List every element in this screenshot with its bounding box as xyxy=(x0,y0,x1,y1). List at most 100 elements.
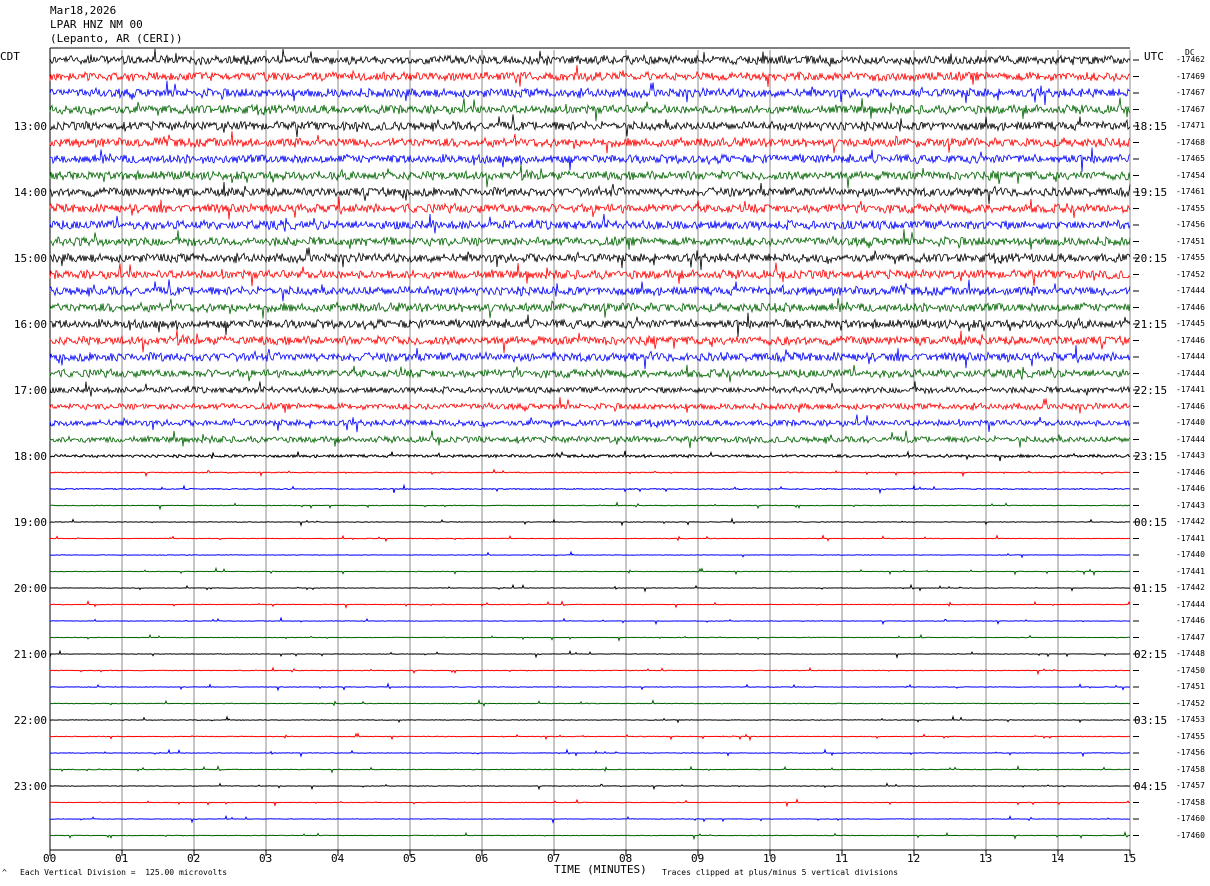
dc-offset-label: -17444 xyxy=(1176,368,1205,378)
x-tick-label: 09 xyxy=(691,852,705,865)
dc-offset-label: -17442 xyxy=(1176,517,1205,526)
x-tick-label: 11 xyxy=(835,852,849,865)
corner-mark: ^ xyxy=(2,868,7,877)
utc-hour-label: 01:15 xyxy=(1134,582,1168,595)
trace-1 xyxy=(49,48,1131,68)
trace-29 xyxy=(49,517,1130,527)
dc-offset-label: -17447 xyxy=(1176,632,1205,642)
trace-34 xyxy=(49,599,1131,609)
utc-hour-label: 04:15 xyxy=(1134,780,1168,793)
trace-24 xyxy=(49,430,1131,449)
trace-45 xyxy=(49,782,1131,791)
trace-17 xyxy=(49,312,1131,337)
dc-offset-label: -17446 xyxy=(1176,335,1205,345)
trace-36 xyxy=(49,633,1130,642)
trace-16 xyxy=(49,298,1131,319)
dc-offset-label: -17443 xyxy=(1176,500,1205,510)
cdt-hour-label: 19:00 xyxy=(13,516,47,529)
trace-12 xyxy=(49,229,1131,250)
trace-44 xyxy=(49,764,1131,774)
dc-offset-label: -17440 xyxy=(1176,550,1205,559)
dc-offset-label: -17445 xyxy=(1176,319,1205,328)
dc-offset-label: -17452 xyxy=(1176,698,1205,708)
scale-note: Each Vertical Division = 125.00 microvol… xyxy=(20,868,228,877)
dc-offset-label: -17469 xyxy=(1176,71,1205,81)
x-tick-label: 03 xyxy=(259,852,273,865)
trace-48 xyxy=(49,830,1131,841)
dc-offset-label: -17446 xyxy=(1176,401,1205,411)
trace-26 xyxy=(49,468,1130,478)
trace-35 xyxy=(49,616,1131,626)
trace-21 xyxy=(49,381,1131,397)
dc-offset-label: -17456 xyxy=(1176,748,1205,757)
helicorder-chart xyxy=(49,47,1139,856)
dc-offset-label: -17450 xyxy=(1176,665,1205,675)
dc-offset-label: -17467 xyxy=(1176,88,1205,97)
dc-offset-label: -17471 xyxy=(1176,121,1205,130)
trace-18 xyxy=(49,329,1131,354)
trace-5 xyxy=(49,114,1131,138)
dc-offset-label: -17455 xyxy=(1176,731,1205,741)
cdt-hour-label: 22:00 xyxy=(13,714,47,727)
trace-32 xyxy=(49,566,1131,577)
trace-3 xyxy=(49,80,1131,106)
trace-14 xyxy=(49,262,1131,287)
x-tick-label: 14 xyxy=(1051,852,1065,865)
trace-6 xyxy=(49,131,1131,154)
dc-offset-label: -17456 xyxy=(1176,220,1205,229)
dc-offset-label: -17442 xyxy=(1176,583,1205,592)
trace-37 xyxy=(49,649,1131,659)
dc-offset-label: -17454 xyxy=(1176,170,1205,180)
dc-offset-label: -17458 xyxy=(1176,797,1205,807)
trace-38 xyxy=(49,666,1131,676)
dc-offset-label: -17460 xyxy=(1176,814,1205,823)
utc-hour-label: 22:15 xyxy=(1134,384,1168,397)
dc-offset-label: -17440 xyxy=(1176,418,1205,427)
x-tick-label: 12 xyxy=(907,852,921,865)
dc-offset-label: -17443 xyxy=(1176,451,1205,460)
x-tick-label: 04 xyxy=(331,852,345,865)
cdt-hour-label: 14:00 xyxy=(13,186,47,199)
clip-note: Traces clipped at plus/minus 5 vertical … xyxy=(662,868,899,877)
dc-offset-label: -17455 xyxy=(1176,253,1205,262)
trace-15 xyxy=(49,279,1131,302)
trace-2 xyxy=(49,65,1131,87)
dc-offset-label: -17451 xyxy=(1176,682,1205,691)
trace-40 xyxy=(49,698,1131,707)
utc-hour-label: 23:15 xyxy=(1134,450,1168,463)
trace-11 xyxy=(49,213,1131,234)
dc-offset-label: -17441 xyxy=(1176,533,1205,543)
trace-31 xyxy=(49,550,1131,559)
trace-9 xyxy=(49,181,1131,205)
trace-39 xyxy=(49,682,1131,692)
dc-offset-label: -17453 xyxy=(1176,715,1205,724)
dc-offset-label: -17441 xyxy=(1176,385,1205,394)
utc-hour-label: 00:15 xyxy=(1134,516,1168,529)
dc-offset-label: -17446 xyxy=(1176,467,1205,477)
trace-8 xyxy=(49,164,1131,189)
trace-30 xyxy=(49,534,1130,543)
dc-offset-label: -17444 xyxy=(1176,599,1205,609)
trace-46 xyxy=(49,797,1131,808)
trace-33 xyxy=(49,583,1131,593)
dc-offset-label: -17467 xyxy=(1176,104,1205,114)
dc-offset-label: -17462 xyxy=(1176,55,1205,64)
dc-offset-label: -17451 xyxy=(1176,236,1205,246)
cdt-hour-label: 16:00 xyxy=(13,318,47,331)
utc-hour-label: 02:15 xyxy=(1134,648,1168,661)
dc-offset-label: -17465 xyxy=(1176,154,1205,163)
cdt-hour-label: 18:00 xyxy=(13,450,47,463)
cdt-hour-label: 23:00 xyxy=(13,780,47,793)
x-tick-label: 13 xyxy=(979,852,993,865)
x-tick-label: 01 xyxy=(115,852,129,865)
cdt-hour-label: 15:00 xyxy=(13,252,47,265)
dc-offset-label: -17452 xyxy=(1176,269,1205,279)
trace-20 xyxy=(49,364,1131,383)
dc-offset-label: -17457 xyxy=(1176,781,1205,790)
x-axis-title: TIME (MINUTES) xyxy=(554,863,647,876)
cdt-hour-label: 17:00 xyxy=(13,384,47,397)
trace-23 xyxy=(49,414,1131,433)
utc-hour-label: 19:15 xyxy=(1134,186,1168,199)
trace-42 xyxy=(49,732,1130,742)
trace-43 xyxy=(49,748,1131,758)
